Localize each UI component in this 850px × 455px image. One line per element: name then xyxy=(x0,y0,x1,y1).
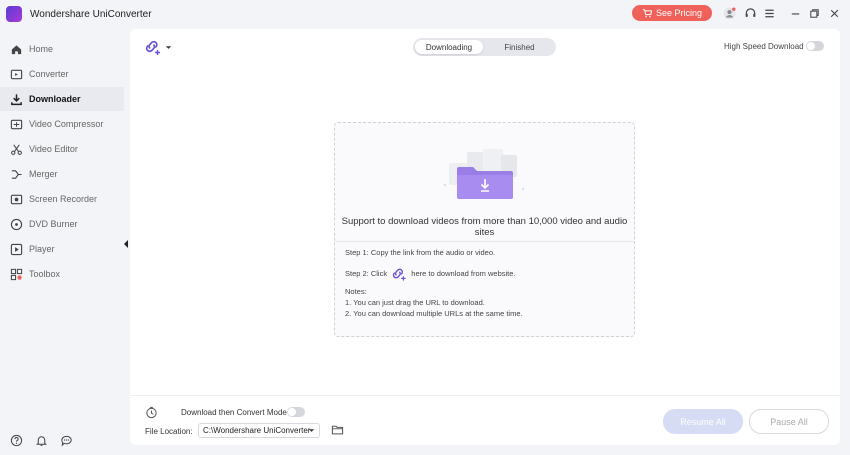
minimize-icon[interactable] xyxy=(787,5,803,21)
home-icon xyxy=(10,43,23,56)
sidebar-item-label: Video Editor xyxy=(29,144,78,154)
sidebar-item-label: Home xyxy=(29,44,54,54)
feedback-icon[interactable] xyxy=(58,432,74,448)
sidebar-item-label: Converter xyxy=(29,69,69,79)
sidebar-item-downloader[interactable]: Downloader xyxy=(0,87,124,111)
pause-all-button[interactable]: Pause All xyxy=(749,409,829,434)
download-icon xyxy=(10,93,23,106)
drop-zone-title: Support to download videos from more tha… xyxy=(341,216,628,238)
sidebar-item-dvd-burner[interactable]: DVD Burner xyxy=(0,212,124,236)
account-icon[interactable] xyxy=(721,5,737,21)
notes-title: Notes: xyxy=(345,287,367,296)
main-panel: Downloading Finished High Speed Download… xyxy=(130,29,840,445)
step-2-prefix: Step 2: Click xyxy=(345,268,388,278)
sidebar-item-home[interactable]: Home xyxy=(0,37,124,61)
play-icon xyxy=(10,243,23,256)
clock-icon[interactable] xyxy=(145,406,158,419)
step-1-text: Step 1: Copy the link from the audio or … xyxy=(345,248,496,257)
title-bar: Wondershare UniConverter See Pricing xyxy=(0,0,850,28)
add-url-button[interactable] xyxy=(144,38,174,56)
see-pricing-button[interactable]: See Pricing xyxy=(632,5,712,21)
chevron-down-icon xyxy=(308,429,315,432)
high-speed-download-toggle[interactable] xyxy=(806,41,824,51)
file-location-label: File Location: xyxy=(145,427,193,436)
drop-zone-header: Support to download videos from more tha… xyxy=(335,123,634,242)
disc-icon xyxy=(10,218,23,231)
chevron-down-icon xyxy=(165,45,172,49)
merge-icon xyxy=(10,168,23,181)
cart-icon xyxy=(642,9,652,18)
restore-icon[interactable] xyxy=(806,5,822,21)
download-drop-zone[interactable]: Support to download videos from more tha… xyxy=(334,122,635,337)
sidebar-item-toolbox[interactable]: Toolbox xyxy=(0,262,124,286)
see-pricing-label: See Pricing xyxy=(655,8,703,18)
step-2-suffix: here to download from website. xyxy=(411,268,516,278)
notification-bell-icon[interactable] xyxy=(33,432,49,448)
convert-mode-label: Download then Convert Mode xyxy=(181,408,287,417)
sidebar-item-label: Downloader xyxy=(29,94,81,104)
menu-icon[interactable] xyxy=(761,5,777,21)
sidebar-item-label: DVD Burner xyxy=(29,219,78,229)
note-1: 1. You can just drag the URL to download… xyxy=(345,298,485,307)
add-link-icon xyxy=(145,40,160,55)
help-icon[interactable] xyxy=(8,432,24,448)
file-location-value: C:\Wondershare UniConverter xyxy=(203,426,311,435)
collapse-sidebar-icon[interactable] xyxy=(122,238,130,250)
support-headset-icon[interactable] xyxy=(742,5,758,21)
sidebar-item-label: Toolbox xyxy=(29,269,61,279)
sidebar-item-converter[interactable]: Converter xyxy=(0,62,124,86)
convert-mode-toggle[interactable] xyxy=(287,407,305,417)
compress-icon xyxy=(10,118,23,131)
sidebar-item-label: Video Compressor xyxy=(29,119,104,129)
tab-downloading[interactable]: Downloading xyxy=(415,40,483,54)
sidebar-item-video-compressor[interactable]: Video Compressor xyxy=(0,112,124,136)
sidebar-item-screen-recorder[interactable]: Screen Recorder xyxy=(0,187,124,211)
file-location-select[interactable]: C:\Wondershare UniConverter xyxy=(198,423,320,438)
sidebar-item-merger[interactable]: Merger xyxy=(0,162,124,186)
close-icon[interactable] xyxy=(826,5,842,21)
open-folder-icon[interactable] xyxy=(331,423,344,436)
note-2: 2. You can download multiple URLs at the… xyxy=(345,309,523,318)
download-tabs: Downloading Finished xyxy=(413,38,556,56)
app-logo-icon xyxy=(6,6,22,22)
app-title: Wondershare UniConverter xyxy=(30,9,152,20)
scissors-icon xyxy=(10,143,23,156)
sidebar-item-player[interactable]: Player xyxy=(0,237,124,261)
step-2-text: Step 2: Click here to download from webs… xyxy=(345,267,516,281)
grid-icon xyxy=(10,268,23,281)
bottom-bar: Download then Convert Mode File Location… xyxy=(130,395,840,445)
sidebar-item-label: Screen Recorder xyxy=(29,194,98,204)
record-icon xyxy=(10,193,23,206)
resume-all-button[interactable]: Resume All xyxy=(663,409,743,434)
add-link-icon[interactable] xyxy=(391,267,407,281)
tab-finished[interactable]: Finished xyxy=(485,40,554,54)
high-speed-download-label: High Speed Download xyxy=(724,42,804,51)
converter-icon xyxy=(10,68,23,81)
sidebar-item-label: Player xyxy=(29,244,55,254)
sidebar-item-label: Merger xyxy=(29,169,58,179)
sidebar-item-video-editor[interactable]: Video Editor xyxy=(0,137,124,161)
download-folder-icon xyxy=(443,149,525,199)
